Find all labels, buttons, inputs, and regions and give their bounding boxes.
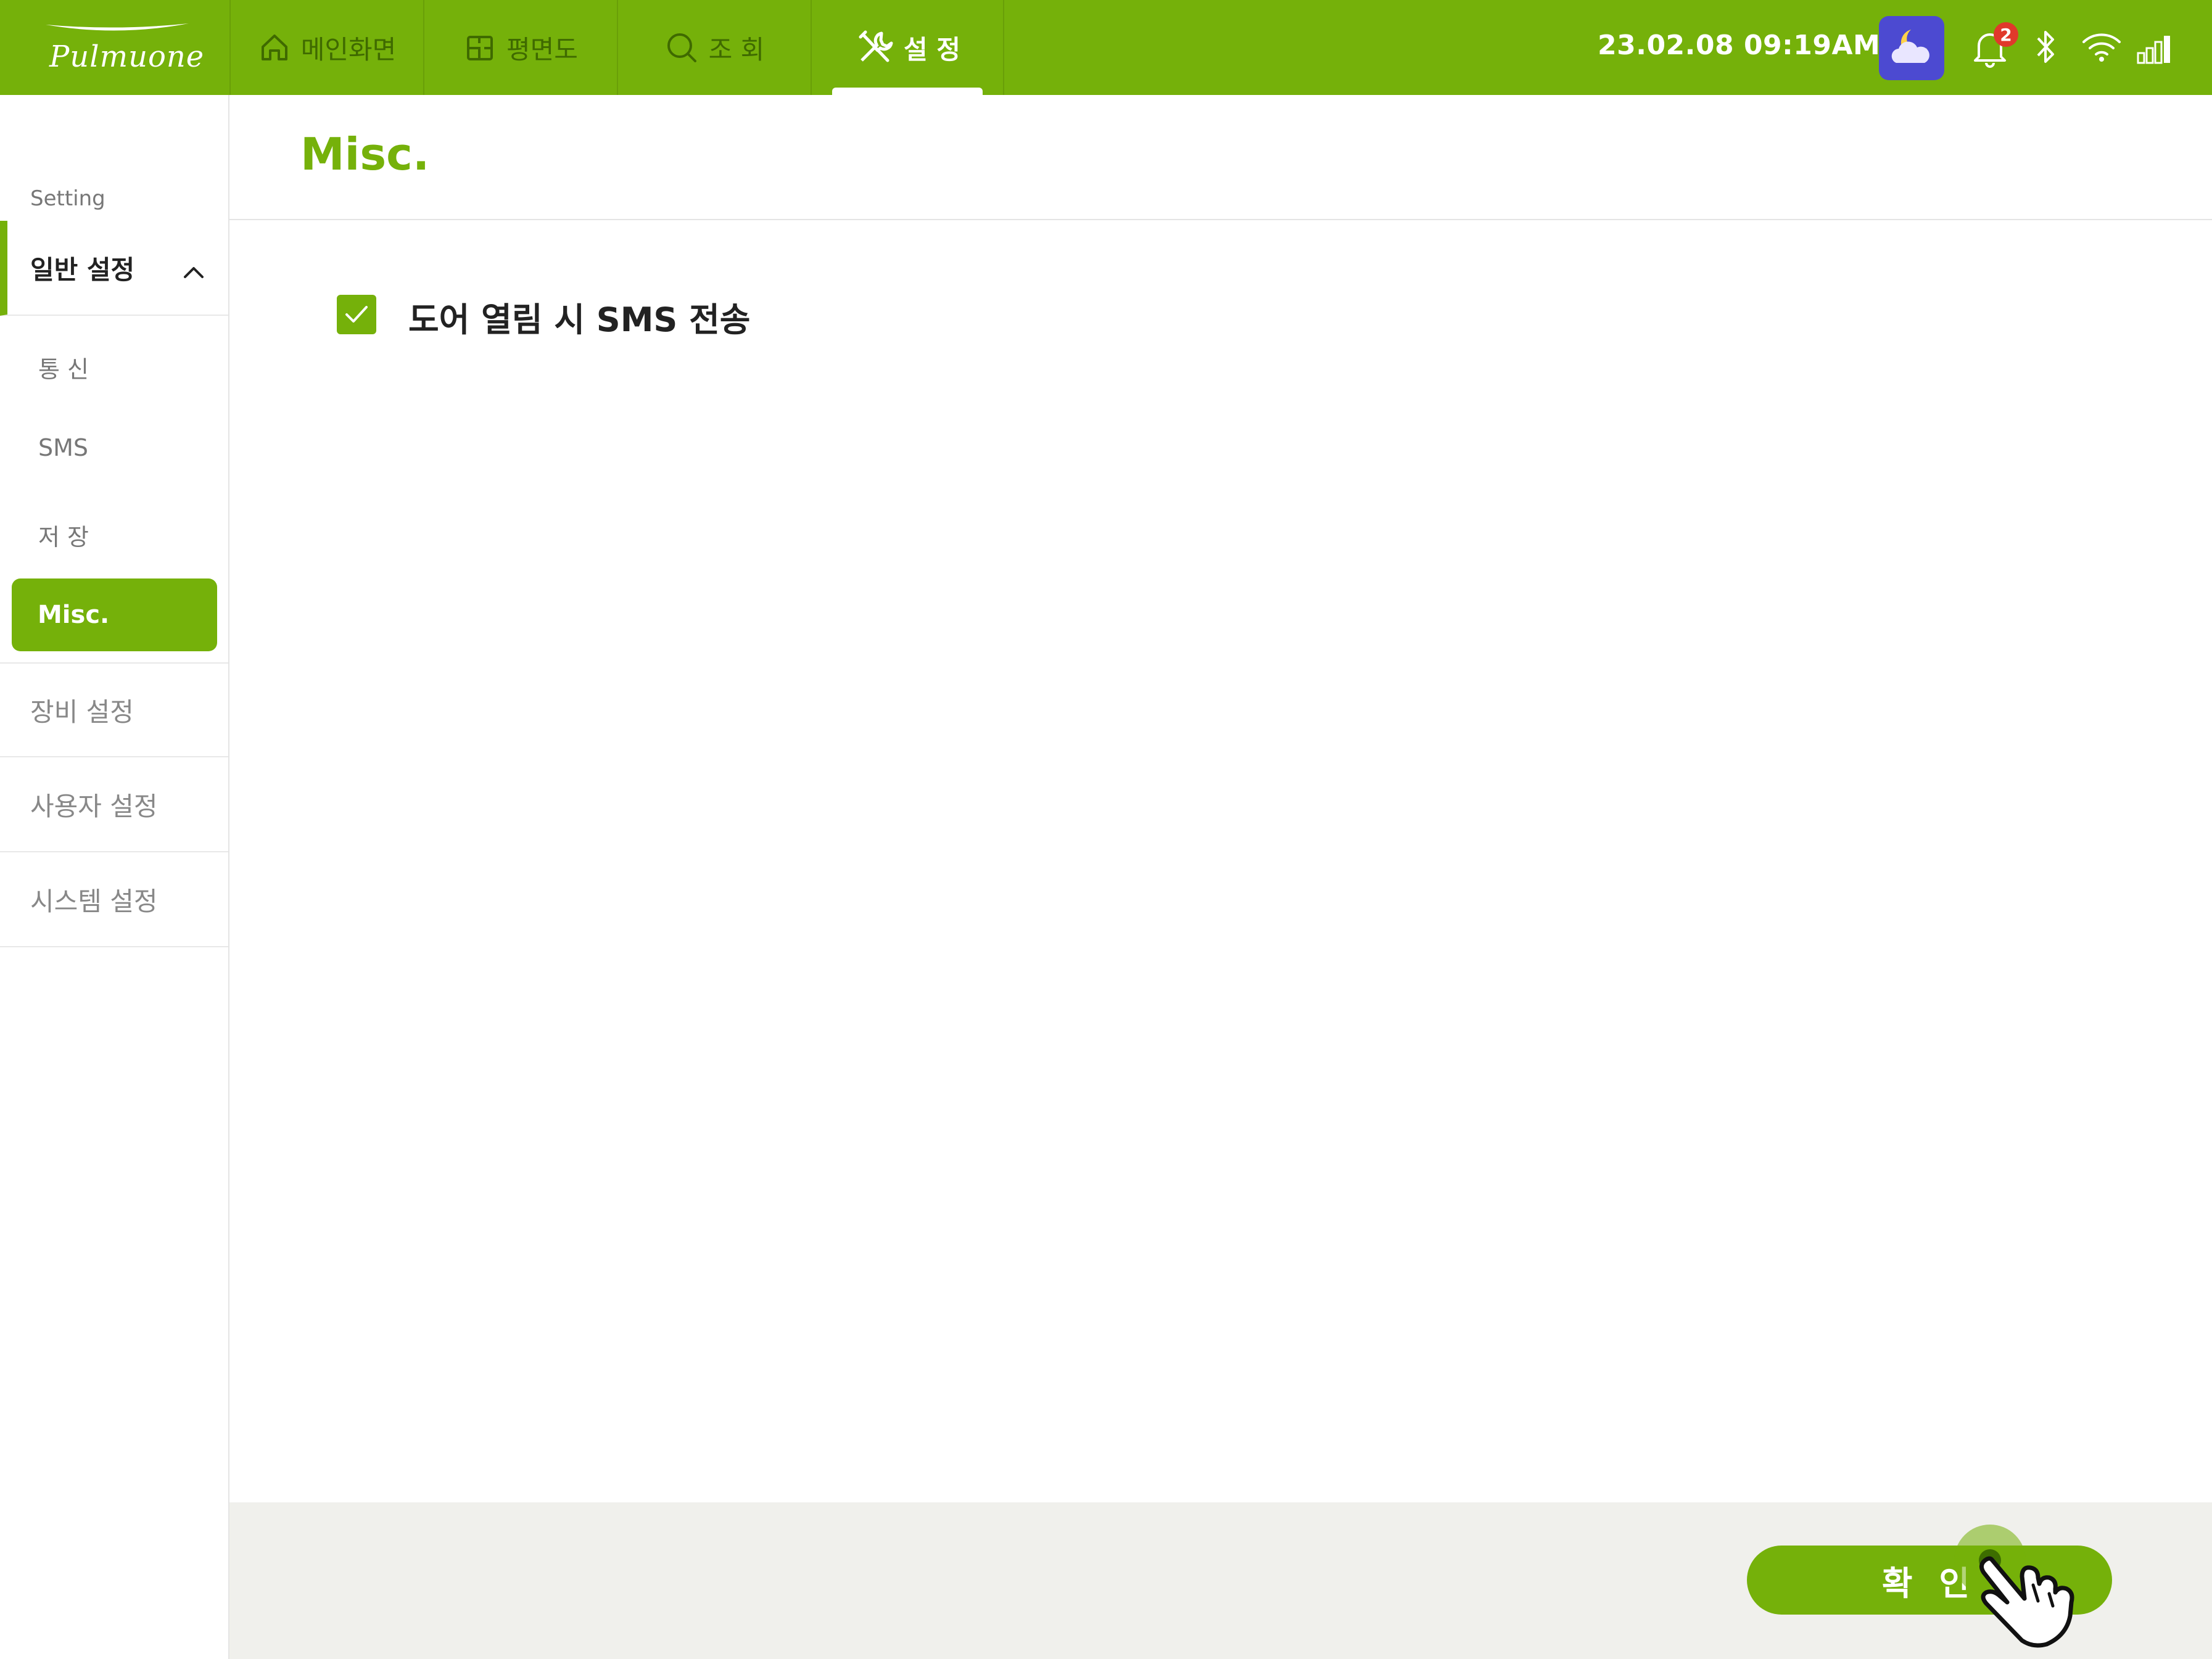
wifi-icon <box>2081 31 2122 65</box>
sidebar-section-user-label: 사용자 설정 <box>30 791 158 821</box>
sidebar-item-misc-label: Misc. <box>38 601 110 629</box>
sidebar-section-system[interactable]: 시스템 설정 <box>0 852 228 947</box>
top-bar: Pulmuone 메인화면 평면도 조 회 설 정 23.02.08 09:19… <box>0 0 2212 95</box>
tab-main[interactable]: 메인화면 <box>229 0 423 95</box>
sidebar-section-device[interactable]: 장비 설정 <box>0 662 228 757</box>
brand-logo[interactable]: Pulmuone <box>0 0 229 95</box>
floorplan-icon <box>463 31 497 64</box>
chevron-up-icon <box>181 257 206 287</box>
tab-floorplan-label: 평면도 <box>506 34 578 65</box>
sidebar-heading: Setting <box>30 186 105 211</box>
tab-settings[interactable]: 설 정 <box>811 0 1004 95</box>
sidebar-item-sms[interactable]: SMS <box>38 434 88 461</box>
tab-settings-label: 설 정 <box>904 34 960 65</box>
sidebar-section-user[interactable]: 사용자 설정 <box>0 757 228 852</box>
tab-search[interactable]: 조 회 <box>617 0 811 95</box>
pointer-hand-icon <box>1979 1556 2074 1648</box>
active-tab-indicator <box>832 88 983 95</box>
notification-badge: 2 <box>1994 22 2018 47</box>
sidebar-section-device-label: 장비 설정 <box>30 696 134 727</box>
signal-icon <box>2136 33 2175 67</box>
title-divider <box>229 219 2212 220</box>
moon-cloud-icon <box>1891 30 1929 63</box>
sms-door-open-label[interactable]: 도어 열림 시 SMS 전송 <box>408 292 750 341</box>
home-icon <box>258 31 291 64</box>
search-icon <box>664 30 699 65</box>
page-title: Misc. <box>300 128 430 180</box>
datetime: 23.02.08 09:19AM <box>1598 30 1881 61</box>
tab-divider <box>1003 0 1004 95</box>
weather-widget[interactable] <box>1879 16 1944 80</box>
sidebar-section-general-label: 일반 설정 <box>30 254 135 285</box>
tab-floorplan[interactable]: 평면도 <box>423 0 617 95</box>
logo-swoosh-icon <box>46 23 189 31</box>
sms-door-open-checkbox[interactable] <box>337 295 376 334</box>
sidebar: Setting 일반 설정 통 신 SMS 저 장 Misc. 장비 설정 사용… <box>0 95 229 1659</box>
bluetooth-icon <box>2036 27 2057 69</box>
sidebar-item-misc[interactable]: Misc. <box>12 578 217 651</box>
tools-icon <box>856 28 894 67</box>
tab-main-label: 메인화면 <box>300 34 397 65</box>
sidebar-section-system-label: 시스템 설정 <box>30 886 158 916</box>
sidebar-item-communication[interactable]: 통 신 <box>38 350 89 384</box>
checkmark-icon <box>345 306 368 323</box>
tab-search-label: 조 회 <box>708 34 765 65</box>
sidebar-section-general[interactable]: 일반 설정 <box>0 221 228 316</box>
sidebar-item-storage[interactable]: 저 장 <box>38 518 89 552</box>
logo-text: Pulmuone <box>49 39 205 74</box>
